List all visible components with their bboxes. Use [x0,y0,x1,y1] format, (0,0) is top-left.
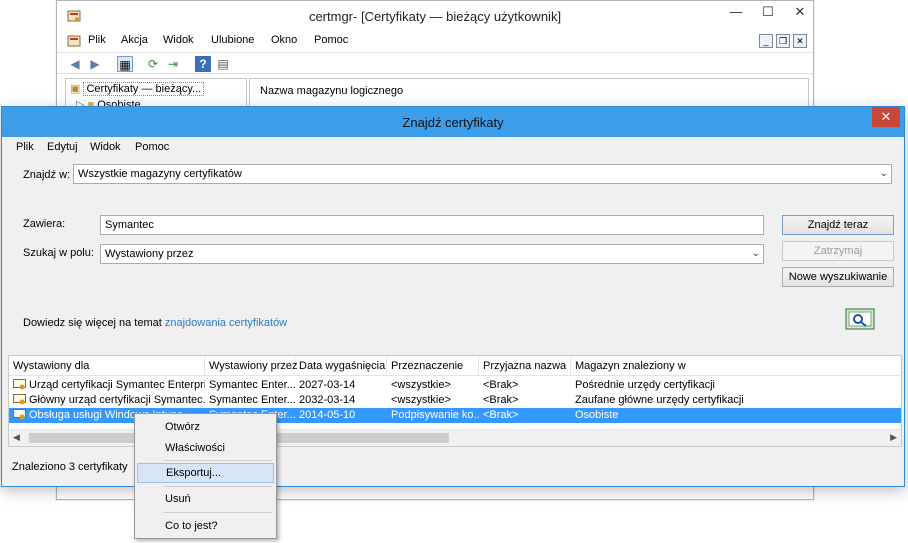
menu-separator [163,486,272,487]
help-icon[interactable]: ? [195,56,211,72]
search-in-select[interactable]: Wszystkie magazyny certyfikatów ⌄ [73,164,892,184]
scroll-left-icon[interactable]: ◀ [13,432,20,443]
menu-item-open[interactable]: Otwórz [137,417,274,437]
cell-issued-by: Symantec Enter... [209,379,295,391]
search-field-value: Wystawiony przez [105,248,194,260]
find-certificates-icon [845,308,875,330]
col-purpose[interactable]: Przeznaczenie [387,356,479,376]
dialog-close-button[interactable]: ✕ [872,107,900,127]
mdi-minimize-button[interactable]: _ [759,34,773,48]
tree-node-certificates-label: Certyfikaty — bieżący... [83,82,205,96]
certificates-folder-icon: ▣ [70,83,81,95]
cell-expiration: 2032-03-14 [299,394,356,406]
col-friendly-name[interactable]: Przyjazna nazwa [479,356,571,376]
contains-label: Zawiera: [23,218,66,230]
certmgr-titlebar[interactable]: certmgr- [Certyfikaty — bieżący użytkown… [57,1,813,31]
certmgr-menu-action[interactable]: Akcja [121,34,148,46]
certmgr-title: certmgr- [Certyfikaty — bieżący użytkown… [308,9,562,24]
dialog-menubar: Plik Edytuj Widok Pomoc [2,137,904,157]
menu-item-whats-this[interactable]: Co to jest? [137,516,274,536]
cell-store: Pośrednie urzędy certyfikacji [575,379,716,391]
forward-arrow-icon[interactable]: ▶ [87,56,103,72]
cell-expiration: 2027-03-14 [299,379,356,391]
new-search-button[interactable]: Nowe wyszukiwanie [782,267,894,287]
certmgr-toolbar: ◀ ▶ ▦ ⟳ ⇥ ? ▤ [57,52,813,74]
properties-icon[interactable]: ▤ [215,56,231,72]
results-header: Wystawiony dla Wystawiony przez Data wyg… [9,356,903,376]
dialog-titlebar[interactable]: Znajdź certyfikaty ✕ [2,107,904,137]
learn-more-text: Dowiedz się więcej na temat znajdowania … [23,317,287,329]
certmgr-menubar: Plik Akcja Widok Ulubione Okno Pomoc [57,31,813,51]
col-issued-by[interactable]: Wystawiony przez [205,356,298,376]
dialog-menu-file[interactable]: Plik [16,141,34,153]
menu-separator [163,512,272,513]
contains-input[interactable]: Symantec [100,215,764,235]
chevron-down-icon: ⌄ [751,248,760,259]
table-row[interactable]: Główny urząd certyfikacji Symantec... Sy… [9,393,901,408]
menu-item-export[interactable]: Eksportuj... [137,463,274,483]
maximize-button[interactable]: ☐ [753,1,783,23]
console-icon [67,35,81,47]
tree-node-certificates[interactable]: ▣ Certyfikaty — bieżący... [70,82,205,96]
mdi-restore-button[interactable]: ❐ [776,34,790,48]
dialog-menu-view[interactable]: Widok [90,141,121,153]
certmgr-menu-window[interactable]: Okno [271,34,297,46]
col-expiration[interactable]: Data wygaśnięcia [295,356,387,376]
cell-issued-to: Urząd certyfikacji Symantec Enterpri... [29,379,205,391]
menu-item-properties[interactable]: Właściwości [137,438,274,458]
dialog-menu-edit[interactable]: Edytuj [47,141,78,153]
scroll-right-icon[interactable]: ▶ [890,432,897,443]
cell-friendly-name: <Brak> [483,409,519,421]
refresh-icon[interactable]: ⟳ [145,56,161,72]
learn-more-link[interactable]: znajdowania certyfikatów [165,317,287,329]
stop-button[interactable]: Zatrzymaj [782,241,894,261]
mdi-close-button[interactable]: ✕ [793,34,807,48]
certmgr-menu-view[interactable]: Widok [163,34,194,46]
certmgr-menu-help[interactable]: Pomoc [314,34,348,46]
cell-purpose: <wszystkie> [391,394,451,406]
close-button[interactable]: ✕ [785,1,815,23]
dialog-title: Znajdź certyfikaty [402,115,504,130]
menu-separator [163,460,272,461]
search-in-label: Znajdź w: [23,169,71,181]
cell-purpose: <wszystkie> [391,379,451,391]
cell-store: Osobiste [575,409,619,421]
dialog-menu-help[interactable]: Pomoc [135,141,169,153]
cell-store: Zaufane główne urzędy certyfikacji [575,394,744,406]
table-row[interactable]: Urząd certyfikacji Symantec Enterpri... … [9,378,901,393]
col-store[interactable]: Magazyn znaleziony w [571,356,903,376]
cell-issued-by: Symantec Enter... [209,394,295,406]
learn-more-prefix: Dowiedz się więcej na temat [23,317,165,329]
search-field-label: Szukaj w polu: [23,247,94,259]
cell-expiration: 2014-05-10 [299,409,356,421]
search-field-select[interactable]: Wystawiony przez ⌄ [100,244,764,264]
status-text: Znaleziono 3 certyfikaty [12,461,128,473]
cell-issued-to: Główny urząd certyfikacji Symantec... [29,394,205,406]
cell-friendly-name: <Brak> [483,394,519,406]
chevron-down-icon: ⌄ [879,168,888,179]
cell-friendly-name: <Brak> [483,379,519,391]
export-list-icon[interactable]: ⇥ [165,56,181,72]
search-in-value: Wszystkie magazyny certyfikatów [78,168,242,180]
context-menu: Otwórz Właściwości Eksportuj... Usuń Co … [134,413,277,539]
col-issued-to[interactable]: Wystawiony dla [9,356,205,376]
find-now-button[interactable]: Znajdź teraz [782,215,894,235]
minimize-button[interactable]: — [721,1,751,23]
menu-item-delete[interactable]: Usuń [137,489,274,509]
store-list-header[interactable]: Nazwa magazynu logicznego [260,85,403,97]
back-arrow-icon[interactable]: ◀ [67,56,83,72]
certmgr-menu-favorites[interactable]: Ulubione [211,34,254,46]
certmgr-menu-file[interactable]: Plik [88,34,106,46]
show-tree-icon[interactable]: ▦ [117,56,133,72]
cell-purpose: Podpisywanie ko... [391,409,479,421]
